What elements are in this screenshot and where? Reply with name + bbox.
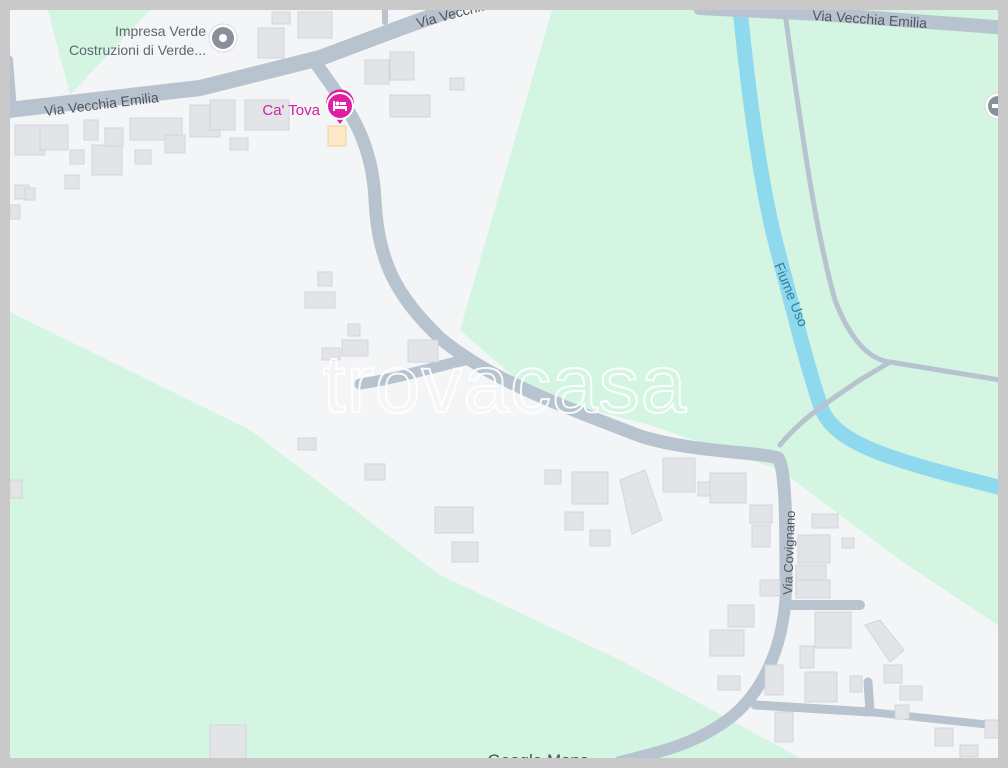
map-view[interactable]: trovacasa Via Vecchia Emilia Via Vecchia… (0, 0, 1008, 768)
hotel-building (327, 125, 347, 147)
trovacasa-watermark: trovacasa (323, 339, 688, 430)
poi-impresa-line1: Impresa Verde (115, 23, 206, 39)
location-pin-icon (208, 23, 238, 53)
poi-impresa-line2: Costruzioni di Verde... (69, 42, 206, 58)
label-via-covignano: Via Covignano (780, 510, 798, 595)
poi-ca-tova-label: Ca' Tova (262, 102, 320, 119)
